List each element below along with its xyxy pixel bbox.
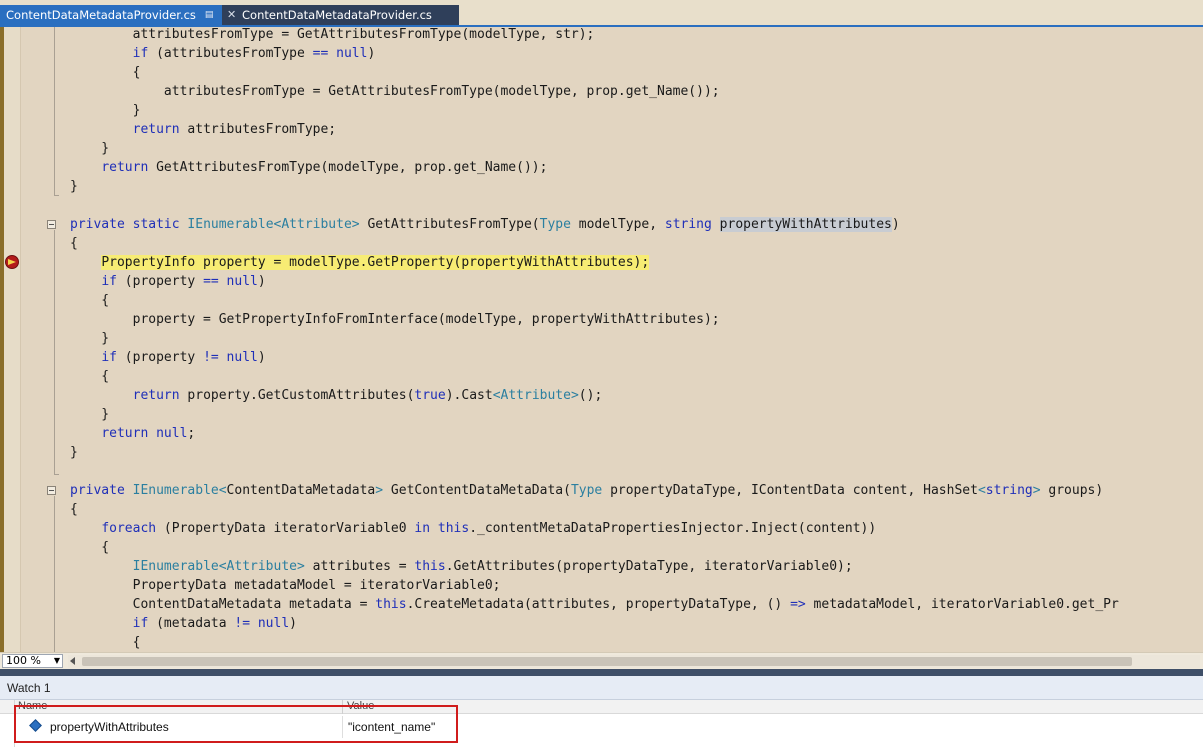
close-icon[interactable]: ✕	[227, 8, 236, 21]
code-line[interactable]: private static IEnumerable<Attribute> Ge…	[70, 215, 900, 234]
code-line[interactable]: property = GetPropertyInfoFromInterface(…	[70, 310, 720, 329]
code-line[interactable]: return attributesFromType;	[70, 120, 337, 139]
indicator-margin[interactable]	[4, 27, 21, 652]
pane-splitter[interactable]	[0, 669, 1203, 676]
code-line[interactable]: if (metadata != null)	[70, 614, 297, 633]
collapse-region-icon[interactable]	[47, 486, 56, 495]
code-line[interactable]: IEnumerable<Attribute> attributes = this…	[70, 557, 853, 576]
code-editor[interactable]: attributesFromType = GetAttributesFromTy…	[0, 27, 1203, 652]
outline-guide	[54, 27, 55, 196]
pin-icon[interactable]: ▤	[205, 10, 214, 20]
code-line[interactable]: if (property != null)	[70, 348, 265, 367]
code-line[interactable]: ContentDataMetadata metadata = this.Crea…	[70, 595, 1119, 614]
tab-preview-document[interactable]: ✕ ContentDataMetadataProvider.cs	[222, 5, 459, 25]
code-line[interactable]: {	[70, 500, 78, 519]
code-line[interactable]: if (attributesFromType == null)	[70, 44, 376, 63]
tab-label: ContentDataMetadataProvider.cs	[242, 8, 432, 22]
code-line[interactable]: attributesFromType = GetAttributesFromTy…	[70, 82, 720, 101]
code-line[interactable]: foreach (PropertyData iteratorVariable0 …	[70, 519, 876, 538]
code-line[interactable]: PropertyData metadataModel = iteratorVar…	[70, 576, 501, 595]
code-line[interactable]: {	[70, 367, 109, 386]
zoom-dropdown[interactable]: 100 % ▼	[2, 654, 63, 668]
gutter-divider	[20, 27, 21, 652]
scrollbar-thumb[interactable]	[82, 657, 1132, 666]
zoom-value: 100 %	[6, 654, 41, 667]
collapse-region-icon[interactable]	[47, 220, 56, 229]
document-tab-bar: ContentDataMetadataProvider.cs ▤ ⋔ ✕ Con…	[0, 0, 1203, 25]
tab-label: ContentDataMetadataProvider.cs	[6, 8, 196, 22]
current-statement-arrow-icon	[5, 255, 19, 269]
outline-guide	[54, 230, 55, 475]
code-line[interactable]: return property.GetCustomAttributes(true…	[70, 386, 603, 405]
editor-status-strip: 100 % ▼	[0, 652, 1203, 669]
code-line[interactable]: }	[70, 101, 141, 120]
code-line[interactable]: }	[70, 329, 109, 348]
code-line[interactable]: {	[70, 633, 141, 652]
code-line[interactable]: {	[70, 234, 78, 253]
code-line[interactable]: attributesFromType = GetAttributesFromTy…	[70, 27, 595, 44]
code-line[interactable]: {	[70, 538, 109, 557]
outline-guide-end	[54, 195, 59, 196]
outline-guide-end	[54, 474, 59, 475]
code-line[interactable]: if (property == null)	[70, 272, 265, 291]
code-line[interactable]: }	[70, 405, 109, 424]
code-line[interactable]: }	[70, 177, 78, 196]
code-line[interactable]: return GetAttributesFromType(modelType, …	[70, 158, 547, 177]
outline-guide	[54, 496, 55, 652]
code-line[interactable]: {	[70, 291, 109, 310]
horizontal-scrollbar[interactable]	[68, 655, 1200, 668]
code-line[interactable]: private IEnumerable<ContentDataMetadata>…	[70, 481, 1103, 500]
code-line[interactable]: }	[70, 443, 78, 462]
code-line[interactable]: }	[70, 139, 109, 158]
code-line[interactable]: {	[70, 63, 141, 82]
watch-window: Watch 1 Name Value propertyWithAttribute…	[0, 676, 1203, 747]
watch-window-title[interactable]: Watch 1	[0, 676, 1203, 700]
scroll-left-icon[interactable]	[70, 657, 75, 665]
highlight-annotation-box	[14, 705, 458, 743]
chevron-down-icon[interactable]: ▼	[54, 655, 60, 667]
code-line-current[interactable]: PropertyInfo property = modelType.GetPro…	[70, 253, 650, 272]
code-line[interactable]: return null;	[70, 424, 195, 443]
tab-active-document[interactable]: ContentDataMetadataProvider.cs ▤ ⋔	[0, 5, 229, 25]
